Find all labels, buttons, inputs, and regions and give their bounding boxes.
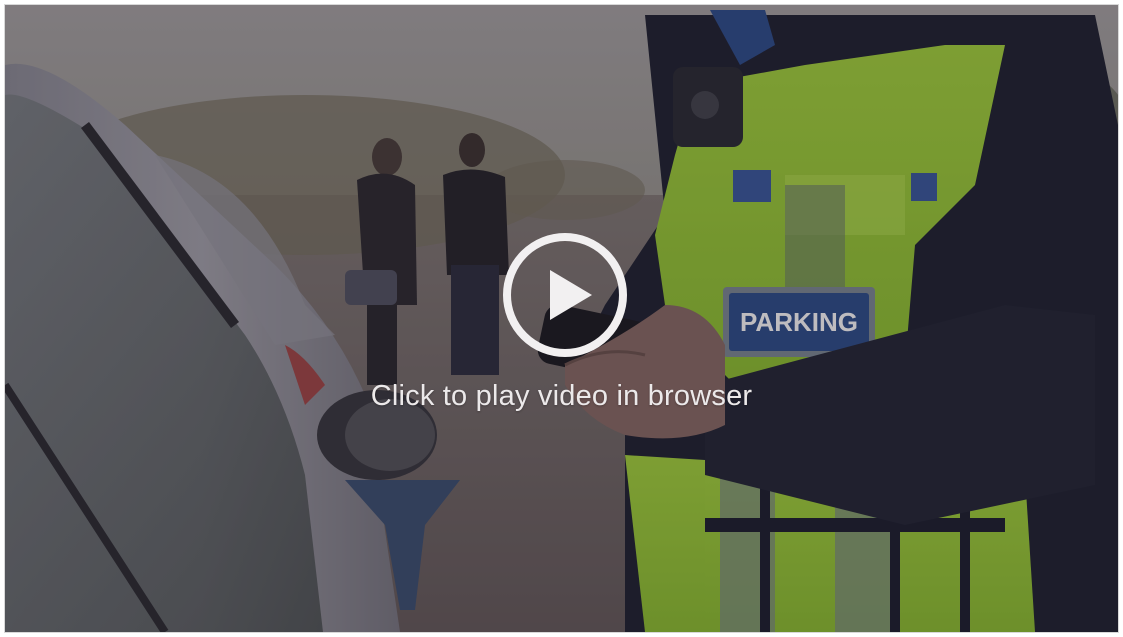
- parking-badge-text: PARKING: [740, 307, 858, 337]
- video-player[interactable]: PARKING Click to play video in browser: [5, 5, 1118, 632]
- play-circle-icon: [503, 233, 627, 357]
- play-caption[interactable]: Click to play video in browser: [5, 380, 1118, 413]
- play-button[interactable]: [500, 230, 630, 360]
